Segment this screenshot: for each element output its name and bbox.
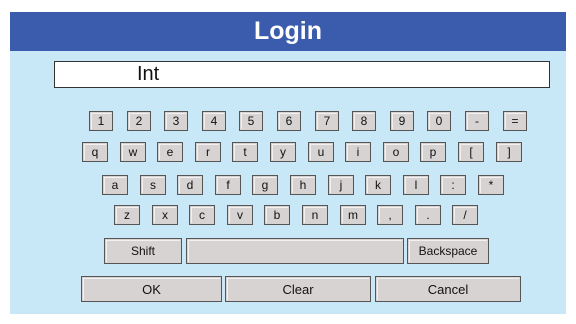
key-r[interactable]: r bbox=[195, 142, 221, 162]
key-period[interactable]: . bbox=[415, 205, 441, 225]
key-2[interactable]: 2 bbox=[127, 111, 151, 131]
key-left-bracket[interactable]: [ bbox=[458, 142, 484, 162]
key-y[interactable]: y bbox=[270, 142, 296, 162]
key-asterisk[interactable]: * bbox=[478, 175, 504, 195]
key-right-bracket[interactable]: ] bbox=[496, 142, 522, 162]
key-c[interactable]: c bbox=[189, 205, 215, 225]
key-colon[interactable]: : bbox=[440, 175, 466, 195]
key-f[interactable]: f bbox=[215, 175, 241, 195]
key-t[interactable]: t bbox=[232, 142, 258, 162]
key-m[interactable]: m bbox=[340, 205, 366, 225]
clear-button[interactable]: Clear bbox=[225, 276, 371, 302]
page-title: Login bbox=[10, 12, 566, 51]
key-q[interactable]: q bbox=[82, 142, 108, 162]
key-5[interactable]: 5 bbox=[239, 111, 263, 131]
key-0[interactable]: 0 bbox=[427, 111, 451, 131]
key-p[interactable]: p bbox=[420, 142, 446, 162]
key-o[interactable]: o bbox=[383, 142, 409, 162]
key-minus[interactable]: - bbox=[465, 111, 489, 131]
key-slash[interactable]: / bbox=[452, 205, 478, 225]
key-l[interactable]: l bbox=[403, 175, 429, 195]
key-i[interactable]: i bbox=[345, 142, 371, 162]
key-9[interactable]: 9 bbox=[390, 111, 414, 131]
key-4[interactable]: 4 bbox=[202, 111, 226, 131]
key-8[interactable]: 8 bbox=[352, 111, 376, 131]
key-comma[interactable]: , bbox=[377, 205, 403, 225]
key-1[interactable]: 1 bbox=[89, 111, 113, 131]
key-h[interactable]: h bbox=[290, 175, 316, 195]
key-u[interactable]: u bbox=[308, 142, 334, 162]
login-screen: Login Int 1 2 3 4 5 6 7 8 9 0- = q w e r t y u i o p [] a s d f g h… bbox=[0, 0, 576, 324]
key-k[interactable]: k bbox=[365, 175, 391, 195]
key-b[interactable]: b bbox=[264, 205, 290, 225]
key-n[interactable]: n bbox=[302, 205, 328, 225]
key-equals[interactable]: = bbox=[503, 111, 527, 131]
shift-key[interactable]: Shift bbox=[104, 238, 182, 264]
key-z[interactable]: z bbox=[114, 205, 140, 225]
key-g[interactable]: g bbox=[252, 175, 278, 195]
key-e[interactable]: e bbox=[157, 142, 183, 162]
key-s[interactable]: s bbox=[140, 175, 166, 195]
backspace-key[interactable]: Backspace bbox=[407, 238, 489, 264]
key-x[interactable]: x bbox=[152, 205, 178, 225]
key-j[interactable]: j bbox=[328, 175, 354, 195]
space-bar[interactable] bbox=[186, 238, 404, 264]
key-w[interactable]: w bbox=[120, 142, 146, 162]
login-input-field[interactable]: Int bbox=[54, 61, 550, 88]
cancel-button[interactable]: Cancel bbox=[375, 276, 521, 302]
ok-button[interactable]: OK bbox=[81, 276, 222, 302]
key-7[interactable]: 7 bbox=[315, 111, 339, 131]
key-6[interactable]: 6 bbox=[277, 111, 301, 131]
key-3[interactable]: 3 bbox=[164, 111, 188, 131]
key-v[interactable]: v bbox=[227, 205, 253, 225]
key-a[interactable]: a bbox=[102, 175, 128, 195]
key-d[interactable]: d bbox=[177, 175, 203, 195]
